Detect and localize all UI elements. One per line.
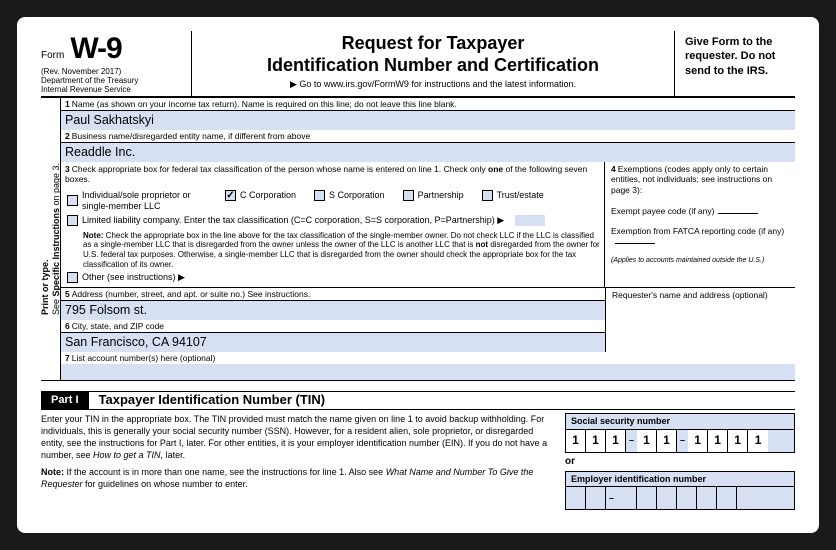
fatca-code-input[interactable] [615,243,655,244]
header-right: Give Form to the requester. Do not send … [675,31,795,96]
requester-box[interactable]: Requester's name and address (optional) [605,288,795,352]
address-input[interactable]: 795 Folsom st. [61,301,605,320]
or-label: or [565,453,795,471]
header-center: Request for Taxpayer Identification Numb… [191,31,675,96]
ssn-input[interactable]: 111 – 11 – 1111 [565,429,795,453]
tin-boxes: Social security number 111 – 11 – 1111 o… [565,413,795,511]
line-1: 1Name (as shown on your income tax retur… [61,98,795,111]
line-2: 2Business name/disregarded entity name, … [61,130,795,143]
tin-section: Enter your TIN in the appropriate box. T… [41,410,795,511]
main-section: Print or type.See Specific Instructions … [41,98,795,381]
checkbox-scorp[interactable] [314,190,325,201]
title-line1: Request for Taxpayer [202,33,664,55]
header: Form W-9 (Rev. November 2017) Department… [41,31,795,98]
w9-form: Form W-9 (Rev. November 2017) Department… [17,17,819,533]
part1-header: Part I Taxpayer Identification Number (T… [41,391,795,410]
llc-note: Note: Check the appropriate box in the l… [65,229,600,272]
ein-input[interactable]: – [565,486,795,510]
ssn-label: Social security number [565,413,795,429]
checkbox-trust[interactable] [482,190,493,201]
account-numbers-input[interactable] [61,364,795,380]
checkbox-ccorp[interactable] [225,190,236,201]
checkbox-llc[interactable] [67,215,78,226]
title-line2: Identification Number and Certification [202,55,664,77]
checkbox-other[interactable] [67,272,78,283]
line-4: 4Exemptions (codes apply only to certain… [605,162,795,288]
checkbox-individual[interactable] [67,195,78,206]
form-label: Form [41,50,64,62]
header-left: Form W-9 (Rev. November 2017) Department… [41,31,191,96]
part1-title: Taxpayer Identification Number (TIN) [89,392,326,408]
line-3: 3Check appropriate box for federal tax c… [61,162,605,288]
part1-tag: Part I [41,392,89,409]
tin-text: Enter your TIN in the appropriate box. T… [41,413,551,511]
payee-code-input[interactable] [718,213,758,214]
fields: 1Name (as shown on your income tax retur… [61,98,795,380]
llc-class-input[interactable] [515,215,545,226]
ein-label: Employer identification number [565,471,795,487]
form-code: W-9 [70,31,121,67]
side-instructions: Print or type.See Specific Instructions … [41,98,61,380]
goto-instruction: ▶ Go to www.irs.gov/FormW9 for instructi… [202,79,664,90]
dept: Department of the Treasury [41,76,183,85]
business-name-input[interactable]: Readdle Inc. [61,143,795,162]
name-input[interactable]: Paul Sakhatskyi [61,111,795,130]
city-state-zip-input[interactable]: San Francisco, CA 94107 [61,333,605,352]
checkbox-partnership[interactable] [403,190,414,201]
revision: (Rev. November 2017) [41,67,183,76]
irs: Internal Revenue Service [41,85,183,94]
